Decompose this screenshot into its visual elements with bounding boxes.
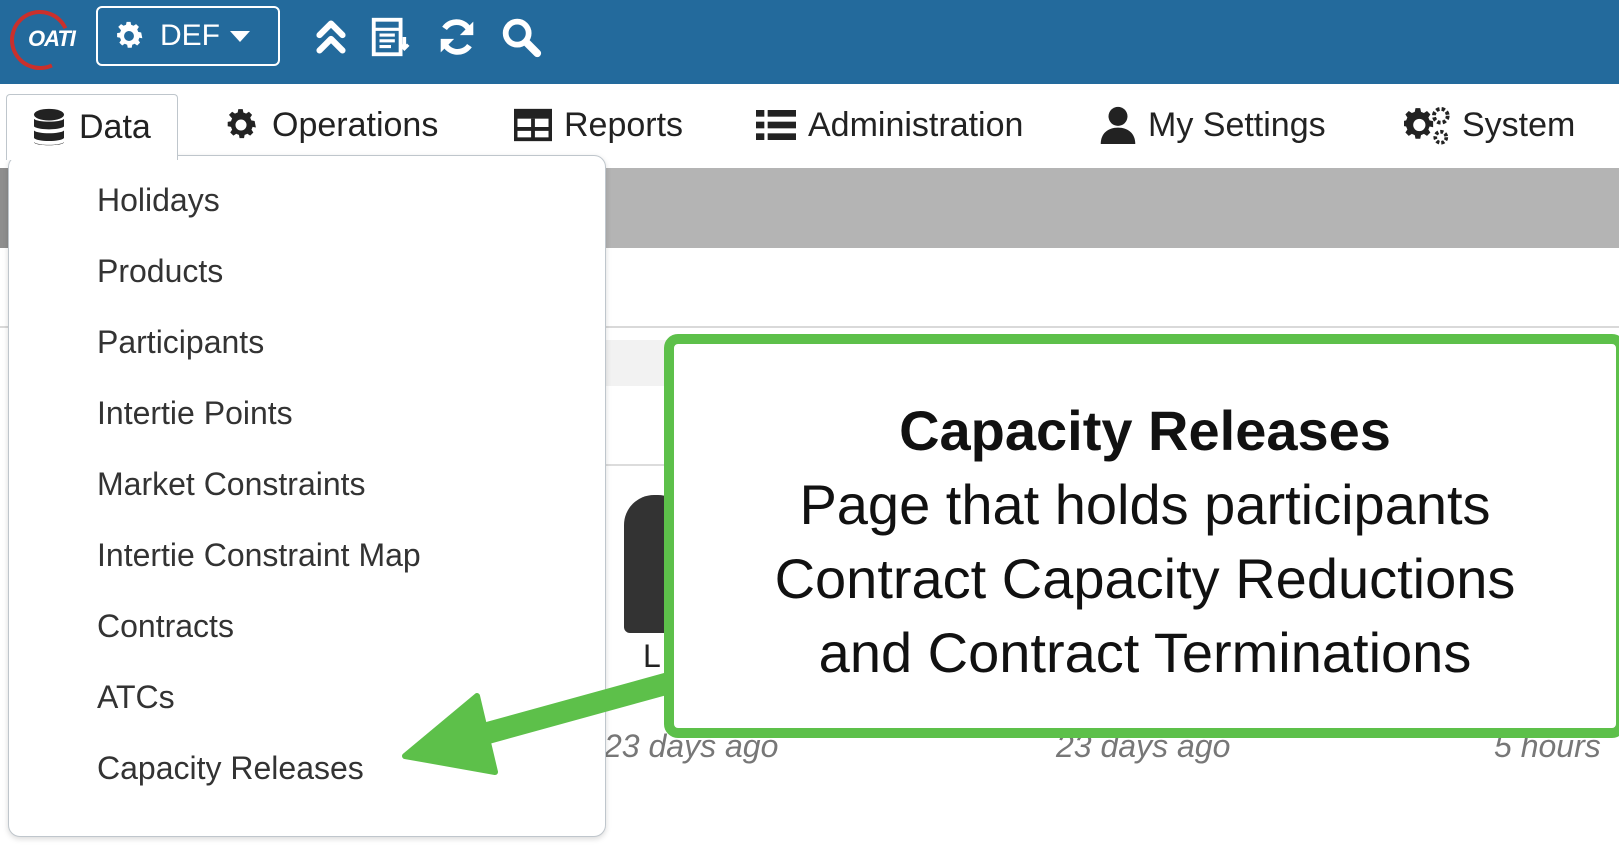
environment-dropdown[interactable]: DEF (96, 6, 280, 66)
table-icon (514, 108, 552, 142)
nav-reports[interactable]: Reports (514, 98, 683, 152)
nav-system-label: System (1462, 105, 1576, 144)
top-bar: OATI DEF (0, 0, 1619, 84)
nav-system[interactable]: System (1404, 98, 1575, 152)
nav-operations-label: Operations (272, 105, 439, 144)
caret-down-icon (230, 30, 250, 42)
user-icon (1100, 106, 1136, 144)
search-icon[interactable] (498, 14, 544, 60)
oati-logo[interactable]: OATI (1, 1, 86, 79)
gear-icon (227, 109, 256, 139)
refresh-icon[interactable] (434, 14, 480, 60)
callout-line: and Contract Terminations (818, 621, 1472, 684)
menu-item-intertie-constraint-map[interactable]: Intertie Constraint Map (9, 531, 605, 602)
callout-line: Page that holds participants (799, 473, 1491, 536)
database-icon (34, 108, 64, 145)
nav-administration[interactable]: Administration (756, 98, 1023, 152)
callout-arrow (402, 669, 685, 775)
menu-item-participants[interactable]: Participants (9, 318, 605, 389)
menu-item-intertie-points[interactable]: Intertie Points (9, 389, 605, 460)
nav-data-label: Data (79, 108, 151, 146)
list-icon (756, 110, 796, 140)
nav-data[interactable]: Data (6, 94, 178, 160)
nav-my-settings[interactable]: My Settings (1100, 98, 1326, 152)
environment-label: DEF (160, 19, 220, 52)
gear-icon (117, 21, 143, 48)
menu-item-market-constraints[interactable]: Market Constraints (9, 460, 605, 531)
menu-item-products[interactable]: Products (9, 247, 605, 318)
gears-icon (1404, 106, 1450, 145)
double-chevron-up-icon[interactable] (308, 14, 354, 60)
annotation-callout: Capacity Releases Page that holds partic… (664, 334, 1619, 738)
menu-item-holidays[interactable]: Holidays (9, 176, 605, 247)
nav-administration-label: Administration (808, 105, 1024, 144)
logo-text: OATI (28, 26, 76, 51)
nav-my-settings-label: My Settings (1148, 105, 1326, 144)
nav-operations[interactable]: Operations (222, 98, 438, 152)
table-export-icon[interactable] (368, 14, 414, 60)
callout-title: Capacity Releases (899, 399, 1391, 462)
page-header-edge (0, 168, 8, 248)
nav-reports-label: Reports (564, 105, 684, 144)
callout-line: Contract Capacity Reductions (774, 547, 1516, 610)
